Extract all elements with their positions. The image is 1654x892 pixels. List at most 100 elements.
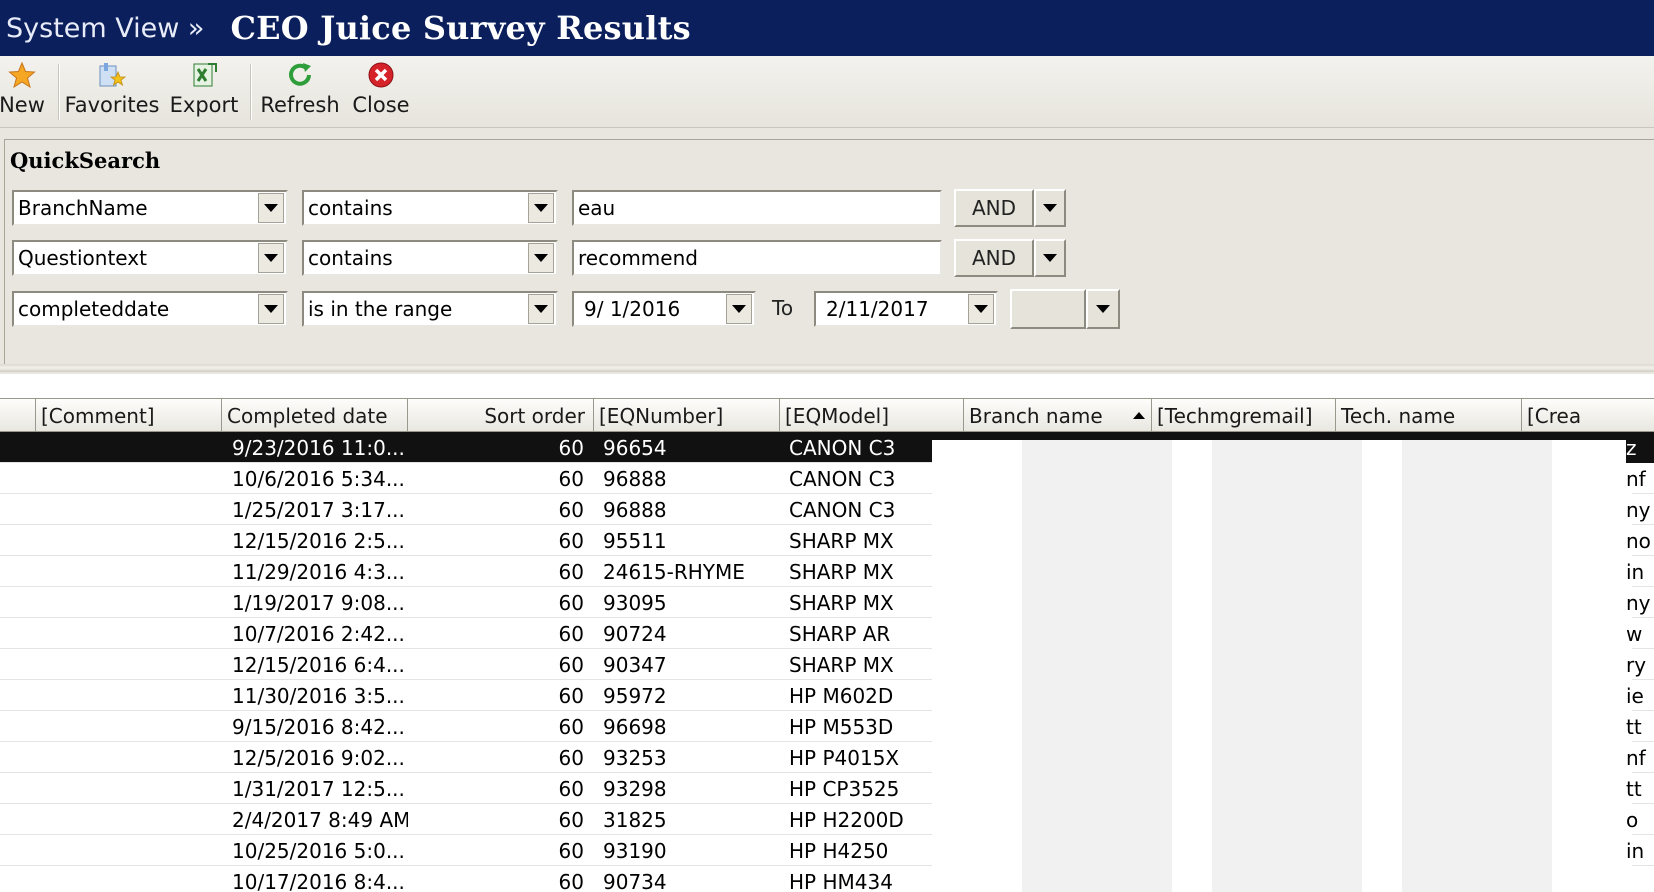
cell-eqnumber: 96888 <box>603 466 667 491</box>
cell-eqnumber: 96654 <box>603 435 667 460</box>
cell-eqmodel: HP H2200D <box>789 807 904 832</box>
field-select-3[interactable]: completeddate <box>12 291 288 327</box>
chevron-down-icon[interactable] <box>968 294 994 324</box>
cell-created-clipped: tt <box>1626 714 1642 739</box>
cell-eqnumber: 90734 <box>603 869 667 892</box>
cell-completed-date: 9/15/2016 8:42... <box>232 714 405 739</box>
cell-created-clipped: w <box>1626 621 1643 646</box>
chevron-down-icon[interactable] <box>528 193 554 223</box>
date-from-value: 9/ 1/2016 <box>584 297 681 321</box>
export-excel-icon <box>189 60 219 90</box>
cell-eqnumber: 93298 <box>603 776 667 801</box>
column-header-created[interactable]: [Crea <box>1522 399 1654 432</box>
date-to-picker[interactable]: 2/11/2017 <box>814 291 998 327</box>
cell-completed-date: 12/15/2016 2:5... <box>232 528 405 553</box>
cell-completed-date: 1/19/2017 9:08... <box>232 590 405 615</box>
export-button[interactable]: Export <box>170 60 238 124</box>
cell-eqnumber: 95511 <box>603 528 667 553</box>
cell-created-clipped: ny <box>1626 497 1651 522</box>
cell-created-clipped: nf <box>1626 466 1646 491</box>
column-header-eqmodel[interactable]: [EQModel] <box>780 399 964 432</box>
column-header-eqnumber[interactable]: [EQNumber] <box>594 399 780 432</box>
operator-select-1[interactable]: contains <box>302 190 558 226</box>
cell-eqmodel: CANON C3 <box>789 497 896 522</box>
favorites-icon <box>97 60 127 90</box>
logic-button-1[interactable]: AND <box>954 189 1066 227</box>
cell-eqnumber: 95972 <box>603 683 667 708</box>
field-select-3-value: completeddate <box>18 297 170 321</box>
cell-eqnumber: 93095 <box>603 590 667 615</box>
cell-sort-order: 60 <box>558 776 584 801</box>
chevron-down-icon[interactable] <box>726 294 752 324</box>
column-header-completed-date[interactable]: Completed date <box>222 399 408 432</box>
chevron-down-icon[interactable] <box>1034 189 1066 227</box>
column-header-tech-name[interactable]: Tech. name <box>1336 399 1522 432</box>
chevron-down-icon[interactable] <box>258 193 284 223</box>
chevron-down-icon[interactable] <box>528 294 554 324</box>
cell-created-clipped: ny <box>1626 590 1651 615</box>
logic-button-3[interactable] <box>1010 289 1120 329</box>
cell-eqnumber: 93253 <box>603 745 667 770</box>
column-header-sort-order[interactable]: Sort order <box>408 399 594 432</box>
refresh-icon <box>285 60 315 90</box>
refresh-button[interactable]: Refresh <box>260 60 340 124</box>
logic-button-2-label[interactable]: AND <box>954 239 1034 277</box>
date-from-picker[interactable]: 9/ 1/2016 <box>572 291 756 327</box>
column-header-techmgremail[interactable]: [Techmgremail] <box>1152 399 1336 432</box>
close-icon <box>366 60 396 90</box>
new-label: New <box>0 93 45 117</box>
cell-eqnumber: 90347 <box>603 652 667 677</box>
quicksearch-title: QuickSearch <box>10 148 161 173</box>
close-label: Close <box>352 93 410 117</box>
close-button[interactable]: Close <box>352 60 410 124</box>
field-select-2[interactable]: Questiontext <box>12 240 288 276</box>
column-header-branch-name[interactable]: Branch name <box>964 399 1152 432</box>
cell-eqmodel: HP M553D <box>789 714 894 739</box>
cell-eqmodel: CANON C3 <box>789 435 896 460</box>
cell-created-clipped: in <box>1626 559 1645 584</box>
operator-select-1-value: contains <box>308 196 393 220</box>
new-button[interactable]: New <box>0 60 45 124</box>
logic-button-3-label[interactable] <box>1010 289 1086 329</box>
export-label: Export <box>169 93 239 117</box>
sort-ascending-icon <box>1133 412 1145 419</box>
cell-sort-order: 60 <box>558 652 584 677</box>
value-input-2[interactable]: recommend <box>572 240 942 276</box>
cell-eqnumber: 31825 <box>603 807 667 832</box>
cell-completed-date: 10/17/2016 8:4... <box>232 869 405 892</box>
cell-eqmodel: CANON C3 <box>789 466 896 491</box>
operator-select-2[interactable]: contains <box>302 240 558 276</box>
cell-created-clipped: in <box>1626 838 1645 863</box>
chevron-down-icon[interactable] <box>258 243 284 273</box>
field-select-1[interactable]: BranchName <box>12 190 288 226</box>
chevron-down-icon[interactable] <box>1034 239 1066 277</box>
cell-sort-order: 60 <box>558 559 584 584</box>
toolbar-separator <box>250 64 252 120</box>
cell-completed-date: 1/31/2017 12:5... <box>232 776 405 801</box>
cell-eqmodel: SHARP AR <box>789 621 891 646</box>
splitter[interactable] <box>0 364 1654 372</box>
logic-button-1-label[interactable]: AND <box>954 189 1034 227</box>
cell-eqmodel: HP HM434 <box>789 869 893 892</box>
page-title: CEO Juice Survey Results <box>230 9 691 47</box>
field-select-1-value: BranchName <box>18 196 148 220</box>
cell-sort-order: 60 <box>558 621 584 646</box>
chevron-down-icon[interactable] <box>528 243 554 273</box>
chevron-down-icon[interactable] <box>1086 289 1120 329</box>
operator-select-3-value: is in the range <box>308 297 453 321</box>
value-input-1[interactable]: eau <box>572 190 942 226</box>
operator-select-3[interactable]: is in the range <box>302 291 558 327</box>
cell-sort-order: 60 <box>558 838 584 863</box>
column-header-comment[interactable]: [Comment] <box>36 399 222 432</box>
logic-button-2[interactable]: AND <box>954 239 1066 277</box>
cell-completed-date: 10/6/2016 5:34... <box>232 466 405 491</box>
breadcrumb[interactable]: System View » <box>6 13 204 44</box>
cell-completed-date: 12/15/2016 6:4... <box>232 652 405 677</box>
favorites-button[interactable]: Favorites <box>65 60 159 124</box>
operator-select-2-value: contains <box>308 246 393 270</box>
cell-sort-order: 60 <box>558 683 584 708</box>
cell-created-clipped: ie <box>1626 683 1644 708</box>
toolbar-separator <box>58 64 60 120</box>
chevron-down-icon[interactable] <box>258 294 284 324</box>
date-to-label: To <box>772 296 794 320</box>
